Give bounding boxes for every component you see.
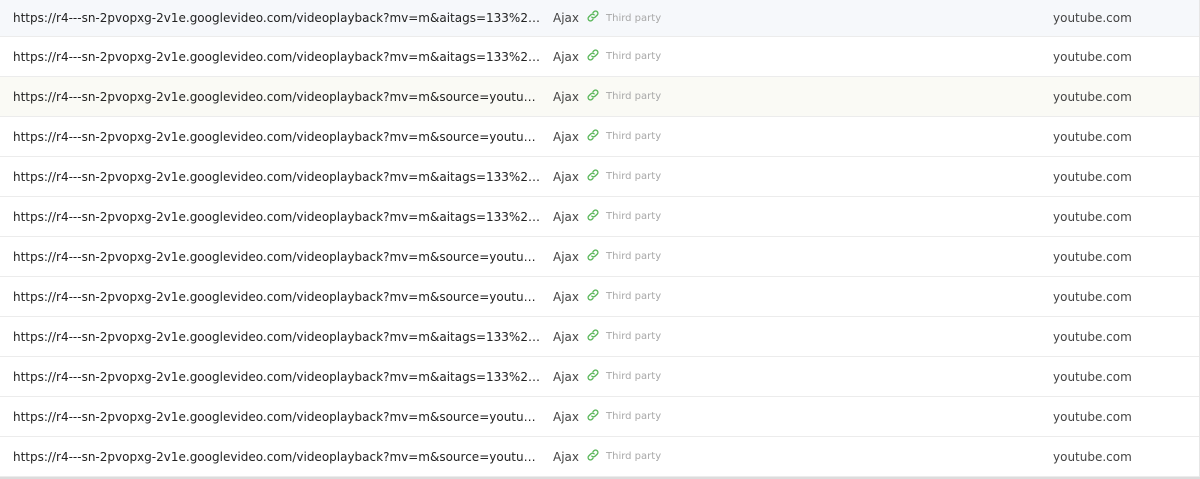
party-label: Third party [606,211,662,222]
party-cell: Third party [586,437,661,476]
request-type: Ajax [553,449,579,464]
link-icon [586,328,600,342]
link-icon [586,128,600,142]
request-url[interactable]: https://r4---sn-2pvopxg-2v1e.googlevideo… [13,357,543,396]
request-type: Ajax [553,409,579,424]
link-icon [586,408,600,422]
table-row[interactable]: https://r4---sn-2pvopxg-2v1e.googlevideo… [0,317,1199,357]
party-cell: Third party [586,117,661,156]
party-cell: Third party [586,77,661,116]
table-row[interactable]: https://r4---sn-2pvopxg-2v1e.googlevideo… [0,357,1199,397]
table-row[interactable]: https://r4---sn-2pvopxg-2v1e.googlevideo… [0,117,1199,157]
request-url[interactable]: https://r4---sn-2pvopxg-2v1e.googlevideo… [13,37,543,76]
request-type: Ajax [553,49,579,64]
request-type: Ajax [553,169,579,184]
party-cell: Third party [586,157,661,196]
link-icon [586,9,600,23]
request-domain: youtube.com [1053,209,1132,224]
request-url[interactable]: https://r4---sn-2pvopxg-2v1e.googlevideo… [13,397,543,436]
request-url[interactable]: https://r4---sn-2pvopxg-2v1e.googlevideo… [13,77,543,116]
request-url[interactable]: https://r4---sn-2pvopxg-2v1e.googlevideo… [13,0,543,36]
request-type: Ajax [553,369,579,384]
party-cell: Third party [586,237,661,276]
link-icon [586,248,600,262]
request-type: Ajax [553,89,579,104]
request-domain: youtube.com [1053,11,1132,25]
table-row[interactable]: https://r4---sn-2pvopxg-2v1e.googlevideo… [0,0,1199,37]
request-table: https://r4---sn-2pvopxg-2v1e.googlevideo… [0,0,1200,479]
request-url[interactable]: https://r4---sn-2pvopxg-2v1e.googlevideo… [13,437,543,476]
link-icon [586,48,600,62]
party-label: Third party [606,12,662,24]
party-cell: Third party [586,357,661,396]
party-label: Third party [606,91,662,102]
request-domain: youtube.com [1053,49,1132,64]
party-label: Third party [606,251,662,262]
party-label: Third party [606,371,662,382]
party-cell: Third party [586,397,661,436]
request-domain: youtube.com [1053,89,1132,104]
request-url[interactable]: https://r4---sn-2pvopxg-2v1e.googlevideo… [13,237,543,276]
request-domain: youtube.com [1053,449,1132,464]
table-row[interactable]: https://r4---sn-2pvopxg-2v1e.googlevideo… [0,197,1199,237]
request-type: Ajax [553,129,579,144]
table-row[interactable]: https://r4---sn-2pvopxg-2v1e.googlevideo… [0,77,1199,117]
link-icon [586,368,600,382]
party-cell: Third party [586,277,661,316]
link-icon [586,88,600,102]
party-label: Third party [606,451,662,462]
request-url[interactable]: https://r4---sn-2pvopxg-2v1e.googlevideo… [13,117,543,156]
link-icon [586,288,600,302]
table-row[interactable]: https://r4---sn-2pvopxg-2v1e.googlevideo… [0,397,1199,437]
link-icon [586,208,600,222]
request-domain: youtube.com [1053,169,1132,184]
request-type: Ajax [553,209,579,224]
party-cell: Third party [586,197,661,236]
table-row[interactable]: https://r4---sn-2pvopxg-2v1e.googlevideo… [0,437,1199,477]
party-label: Third party [606,51,662,62]
request-domain: youtube.com [1053,249,1132,264]
request-url[interactable]: https://r4---sn-2pvopxg-2v1e.googlevideo… [13,277,543,316]
party-cell: Third party [586,0,661,36]
party-label: Third party [606,131,662,142]
party-label: Third party [606,331,662,342]
table-row[interactable]: https://r4---sn-2pvopxg-2v1e.googlevideo… [0,157,1199,197]
request-domain: youtube.com [1053,289,1132,304]
party-label: Third party [606,411,662,422]
request-url[interactable]: https://r4---sn-2pvopxg-2v1e.googlevideo… [13,317,543,356]
request-type: Ajax [553,11,579,25]
request-url[interactable]: https://r4---sn-2pvopxg-2v1e.googlevideo… [13,157,543,196]
table-row[interactable]: https://r4---sn-2pvopxg-2v1e.googlevideo… [0,37,1199,77]
party-label: Third party [606,291,662,302]
request-url[interactable]: https://r4---sn-2pvopxg-2v1e.googlevideo… [13,197,543,236]
party-label: Third party [606,171,662,182]
party-cell: Third party [586,317,661,356]
table-row[interactable]: https://r4---sn-2pvopxg-2v1e.googlevideo… [0,277,1199,317]
request-type: Ajax [553,249,579,264]
request-type: Ajax [553,289,579,304]
request-domain: youtube.com [1053,129,1132,144]
table-row[interactable]: https://r4---sn-2pvopxg-2v1e.googlevideo… [0,237,1199,277]
request-type: Ajax [553,329,579,344]
link-icon [586,448,600,462]
request-domain: youtube.com [1053,409,1132,424]
request-domain: youtube.com [1053,329,1132,344]
link-icon [586,168,600,182]
request-domain: youtube.com [1053,369,1132,384]
party-cell: Third party [586,37,661,76]
